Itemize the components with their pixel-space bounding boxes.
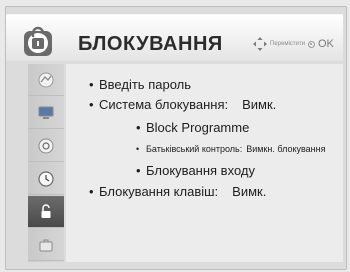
menu-item-parental-control[interactable]: • Батьківський контроль: Вимкн. блокування — [136, 144, 326, 154]
menu-item-label: Введіть пароль — [99, 77, 191, 92]
sidebar — [28, 64, 64, 262]
picture-icon — [38, 72, 54, 87]
menu-item-label: Блокування клавіш: — [99, 184, 219, 199]
menu-item-lock-system[interactable]: • Система блокування: Вимк. — [89, 97, 276, 112]
lock-icon — [24, 26, 52, 56]
sidebar-item-lock[interactable] — [28, 196, 64, 228]
clock-icon — [38, 170, 54, 187]
speaker-icon — [38, 138, 54, 153]
navigate-arrows-icon — [253, 37, 267, 51]
monitor-icon — [38, 106, 54, 119]
ok-button-icon — [307, 40, 315, 48]
lock-icon — [41, 203, 51, 218]
page-title: БЛОКУВАННЯ — [78, 33, 223, 55]
menu-item-input-block[interactable]: • Блокування входу — [136, 163, 255, 178]
sidebar-item-picture[interactable] — [28, 64, 64, 96]
hint-move-label: Перемістити — [270, 41, 305, 47]
menu-item-password[interactable]: • Введіть пароль — [89, 77, 191, 92]
menu-item-label: Батьківський контроль: — [146, 144, 243, 154]
sidebar-item-monitor[interactable] — [28, 97, 64, 129]
bullet: • — [89, 97, 94, 112]
menu-item-value: Вимк. — [242, 97, 277, 112]
sidebar-item-time[interactable] — [28, 163, 64, 195]
menu-item-value: Вимк. — [232, 184, 267, 199]
menu-item-block-programme[interactable]: • Block Programme — [136, 120, 249, 135]
menu-item-label: Block Programme — [146, 120, 250, 135]
navigation-hint: Перемістити OK — [253, 37, 334, 51]
menu-item-label: Блокування входу — [146, 163, 255, 178]
hint-ok-label: OK — [317, 38, 334, 50]
menu-item-label: Система блокування: — [99, 97, 229, 112]
sidebar-item-audio[interactable] — [28, 130, 64, 162]
briefcase-icon — [39, 239, 53, 251]
menu-item-key-lock[interactable]: • Блокування клавіш: Вимк. — [89, 184, 266, 199]
menu-item-value: Вимкн. блокування — [246, 144, 326, 154]
sidebar-item-options[interactable] — [28, 229, 64, 261]
bullet: • — [136, 144, 140, 154]
bullet: • — [89, 77, 94, 92]
bullet: • — [89, 184, 94, 199]
bullet: • — [136, 120, 141, 135]
bullet: • — [136, 163, 141, 178]
